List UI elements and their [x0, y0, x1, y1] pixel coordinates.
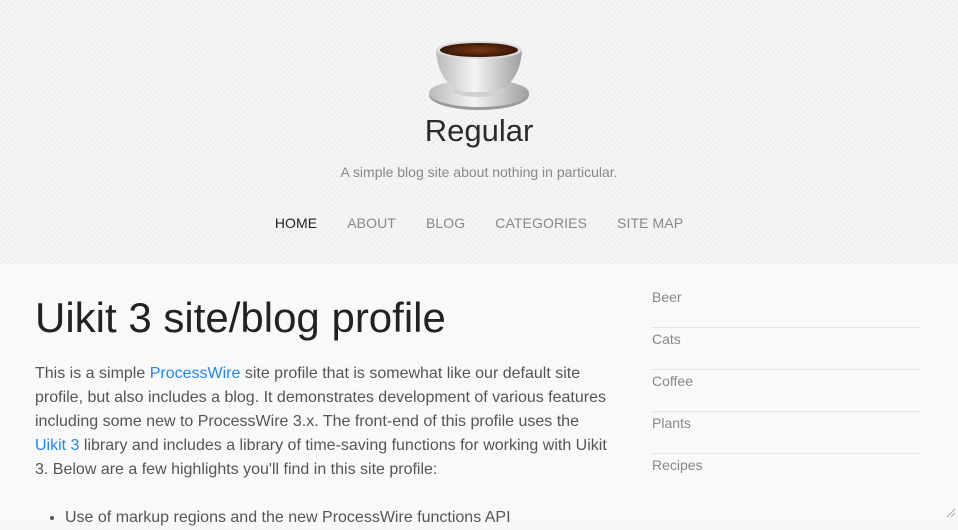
- coffee-cup-logo[interactable]: [426, 36, 532, 114]
- intro-paragraph: This is a simple ProcessWire site profil…: [35, 362, 613, 482]
- sidebar-item-recipes[interactable]: Recipes: [652, 454, 920, 495]
- sidebar-item-beer[interactable]: Beer: [652, 286, 920, 328]
- site-tagline: A simple blog site about nothing in part…: [340, 164, 618, 180]
- nav-item-about[interactable]: ABOUT: [347, 214, 396, 234]
- site-title[interactable]: Regular: [0, 112, 958, 150]
- nav-item-categories[interactable]: CATEGORIES: [495, 214, 587, 234]
- nav-item-home[interactable]: HOME: [275, 214, 317, 234]
- nav-item-site-map[interactable]: SITE MAP: [617, 214, 683, 234]
- sidebar-categories: Beer Cats Coffee Plants Recipes: [652, 286, 920, 495]
- intro-text-3: library and includes a library of time-s…: [35, 437, 607, 478]
- sidebar-item-coffee[interactable]: Coffee: [652, 370, 920, 412]
- resize-grip-icon[interactable]: [946, 508, 956, 518]
- sidebar-item-plants[interactable]: Plants: [652, 412, 920, 454]
- highlights-list: Use of markup regions and the new Proces…: [35, 506, 643, 530]
- page-title: Uikit 3 site/blog profile: [35, 294, 446, 341]
- site-header: Regular A simple blog site about nothing…: [0, 0, 958, 264]
- processwire-link[interactable]: ProcessWire: [150, 365, 241, 382]
- main-content: Uikit 3 site/blog profile This is a simp…: [0, 264, 958, 526]
- main-nav: HOME ABOUT BLOG CATEGORIES SITE MAP: [0, 214, 958, 234]
- sidebar-item-cats[interactable]: Cats: [652, 328, 920, 370]
- intro-text-1: This is a simple: [35, 365, 150, 382]
- list-item: Use of markup regions and the new Proces…: [65, 506, 643, 530]
- nav-item-blog[interactable]: BLOG: [426, 214, 465, 234]
- uikit-3-link[interactable]: Uikit 3: [35, 437, 79, 454]
